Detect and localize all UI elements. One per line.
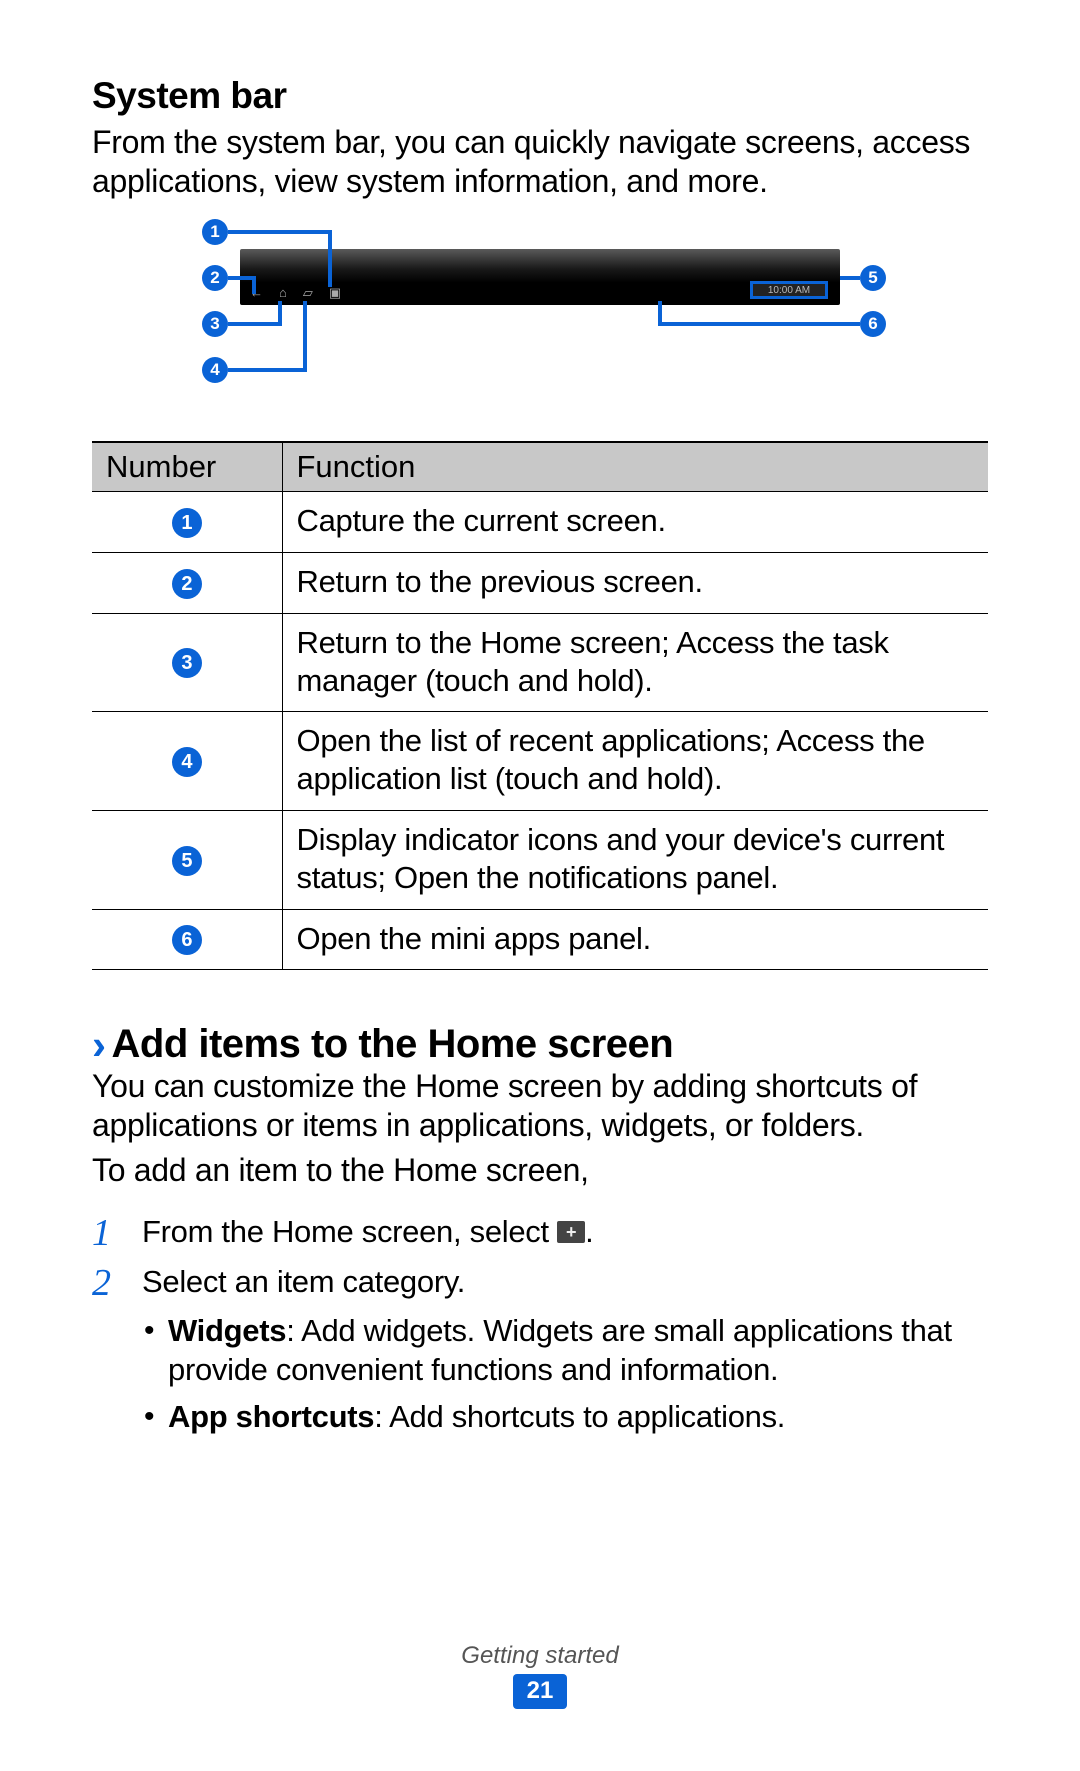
row-number-icon: 1 bbox=[172, 508, 202, 538]
add-items-intro: You can customize the Home screen by add… bbox=[92, 1067, 988, 1145]
bullet-widgets-text: : Add widgets. Widgets are small applica… bbox=[168, 1313, 952, 1387]
callout-3: 3 bbox=[202, 311, 228, 337]
th-number: Number bbox=[92, 442, 282, 492]
step-2: 2 Select an item category. Widgets: Add … bbox=[92, 1262, 988, 1444]
add-items-lead: To add an item to the Home screen, bbox=[92, 1151, 988, 1190]
step-1-text-pre: From the Home screen, select bbox=[142, 1214, 557, 1249]
chevron-right-icon: › bbox=[92, 1024, 106, 1066]
footer-chapter: Getting started bbox=[0, 1642, 1080, 1670]
step-number-2: 2 bbox=[92, 1262, 142, 1302]
bullet-widgets-label: Widgets bbox=[168, 1313, 286, 1348]
callout-6: 6 bbox=[860, 311, 886, 337]
table-row: 5 Display indicator icons and your devic… bbox=[92, 810, 988, 909]
step-1: 1 From the Home screen, select +. bbox=[92, 1212, 988, 1252]
callout-5: 5 bbox=[860, 265, 886, 291]
bullet-appshortcuts-text: : Add shortcuts to applications. bbox=[374, 1399, 785, 1434]
system-bar-intro: From the system bar, you can quickly nav… bbox=[92, 123, 988, 201]
callout-2: 2 bbox=[202, 265, 228, 291]
row-number-icon: 2 bbox=[172, 569, 202, 599]
heading-add-items-text: Add items to the Home screen bbox=[112, 1022, 674, 1067]
row-number-icon: 4 bbox=[172, 747, 202, 777]
row-number-icon: 3 bbox=[172, 648, 202, 678]
function-table: Number Function 1 Capture the current sc… bbox=[92, 441, 988, 970]
row-number-icon: 5 bbox=[172, 846, 202, 876]
heading-add-items: › Add items to the Home screen bbox=[92, 1022, 988, 1067]
row-function: Capture the current screen. bbox=[282, 492, 988, 553]
table-row: 2 Return to the previous screen. bbox=[92, 552, 988, 613]
step-number-1: 1 bbox=[92, 1212, 142, 1252]
plus-icon: + bbox=[557, 1221, 585, 1243]
bullet-appshortcuts-label: App shortcuts bbox=[168, 1399, 374, 1434]
row-function: Open the list of recent applications; Ac… bbox=[282, 712, 988, 811]
row-function: Display indicator icons and your device'… bbox=[282, 810, 988, 909]
diagram-lines bbox=[160, 219, 920, 429]
table-row: 6 Open the mini apps panel. bbox=[92, 909, 988, 970]
callout-4: 4 bbox=[202, 357, 228, 383]
row-function: Return to the previous screen. bbox=[282, 552, 988, 613]
table-row: 4 Open the list of recent applications; … bbox=[92, 712, 988, 811]
row-function: Return to the Home screen; Access the ta… bbox=[282, 613, 988, 712]
table-row: 1 Capture the current screen. bbox=[92, 492, 988, 553]
callout-1: 1 bbox=[202, 219, 228, 245]
row-function: Open the mini apps panel. bbox=[282, 909, 988, 970]
row-number-icon: 6 bbox=[172, 925, 202, 955]
step-1-text-post: . bbox=[585, 1214, 593, 1249]
bullet-widgets: Widgets: Add widgets. Widgets are small … bbox=[142, 1312, 988, 1390]
system-bar-diagram: ← ⌂ ▱ ▣ 10:00 AM 1 2 3 4 5 6 bbox=[160, 219, 920, 429]
bullet-app-shortcuts: App shortcuts: Add shortcuts to applicat… bbox=[142, 1398, 988, 1437]
step-2-text: Select an item category. bbox=[142, 1264, 465, 1299]
table-row: 3 Return to the Home screen; Access the … bbox=[92, 613, 988, 712]
th-function: Function bbox=[282, 442, 988, 492]
heading-system-bar: System bar bbox=[92, 75, 988, 117]
page-number-badge: 21 bbox=[513, 1674, 568, 1709]
